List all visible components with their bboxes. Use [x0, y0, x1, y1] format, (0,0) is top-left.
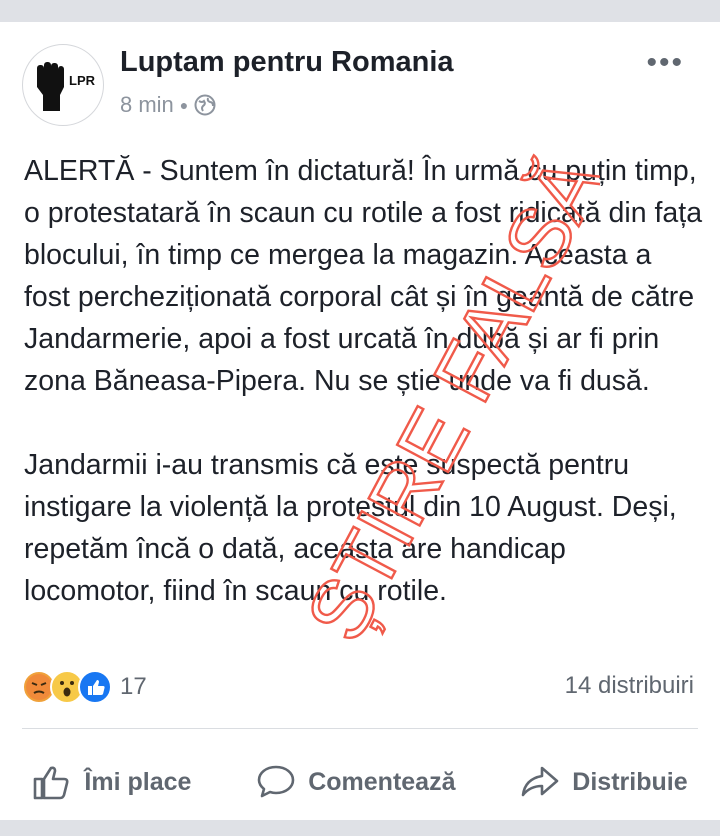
like-reaction-icon — [78, 670, 112, 704]
post-body: ALERTĂ - Suntem în dictatură! În urmă cu… — [24, 150, 704, 612]
like-label: Îmi place — [84, 767, 192, 796]
like-button[interactable]: Îmi place — [32, 763, 191, 801]
share-button[interactable]: Distribuie — [520, 763, 688, 801]
reactions-summary[interactable]: 17 — [22, 670, 147, 704]
more-options-icon[interactable]: ••• — [646, 46, 684, 80]
shares-count[interactable]: 14 distribuiri — [565, 672, 694, 700]
share-arrow-icon — [521, 766, 559, 797]
post-time[interactable]: 8 min — [120, 92, 174, 118]
thumbs-up-icon — [34, 766, 69, 800]
divider — [22, 728, 698, 729]
action-bar: Îmi place Comentează Distribuie — [0, 750, 720, 814]
avatar-text: LPR — [69, 73, 96, 88]
post-meta: 8 min ● — [120, 92, 216, 118]
fist-logo-icon: LPR — [37, 62, 96, 111]
post-card: LPR Luptam pentru Romania 8 min ● ••• AL… — [0, 22, 720, 820]
post-paragraph-2: Jandarmii i-au transmis că este suspectă… — [24, 449, 677, 607]
separator-dot: ● — [179, 97, 189, 113]
page-avatar[interactable]: LPR — [22, 44, 104, 126]
post-paragraph-1: ALERTĂ - Suntem în dictatură! În urmă cu… — [24, 155, 703, 397]
comment-icon — [257, 765, 295, 798]
share-label: Distribuie — [572, 767, 688, 796]
page-name[interactable]: Luptam pentru Romania — [120, 46, 454, 79]
reaction-count: 17 — [120, 673, 147, 700]
globe-icon — [194, 94, 216, 116]
comment-label: Comentează — [308, 767, 456, 796]
comment-button[interactable]: Comentează — [256, 763, 455, 801]
